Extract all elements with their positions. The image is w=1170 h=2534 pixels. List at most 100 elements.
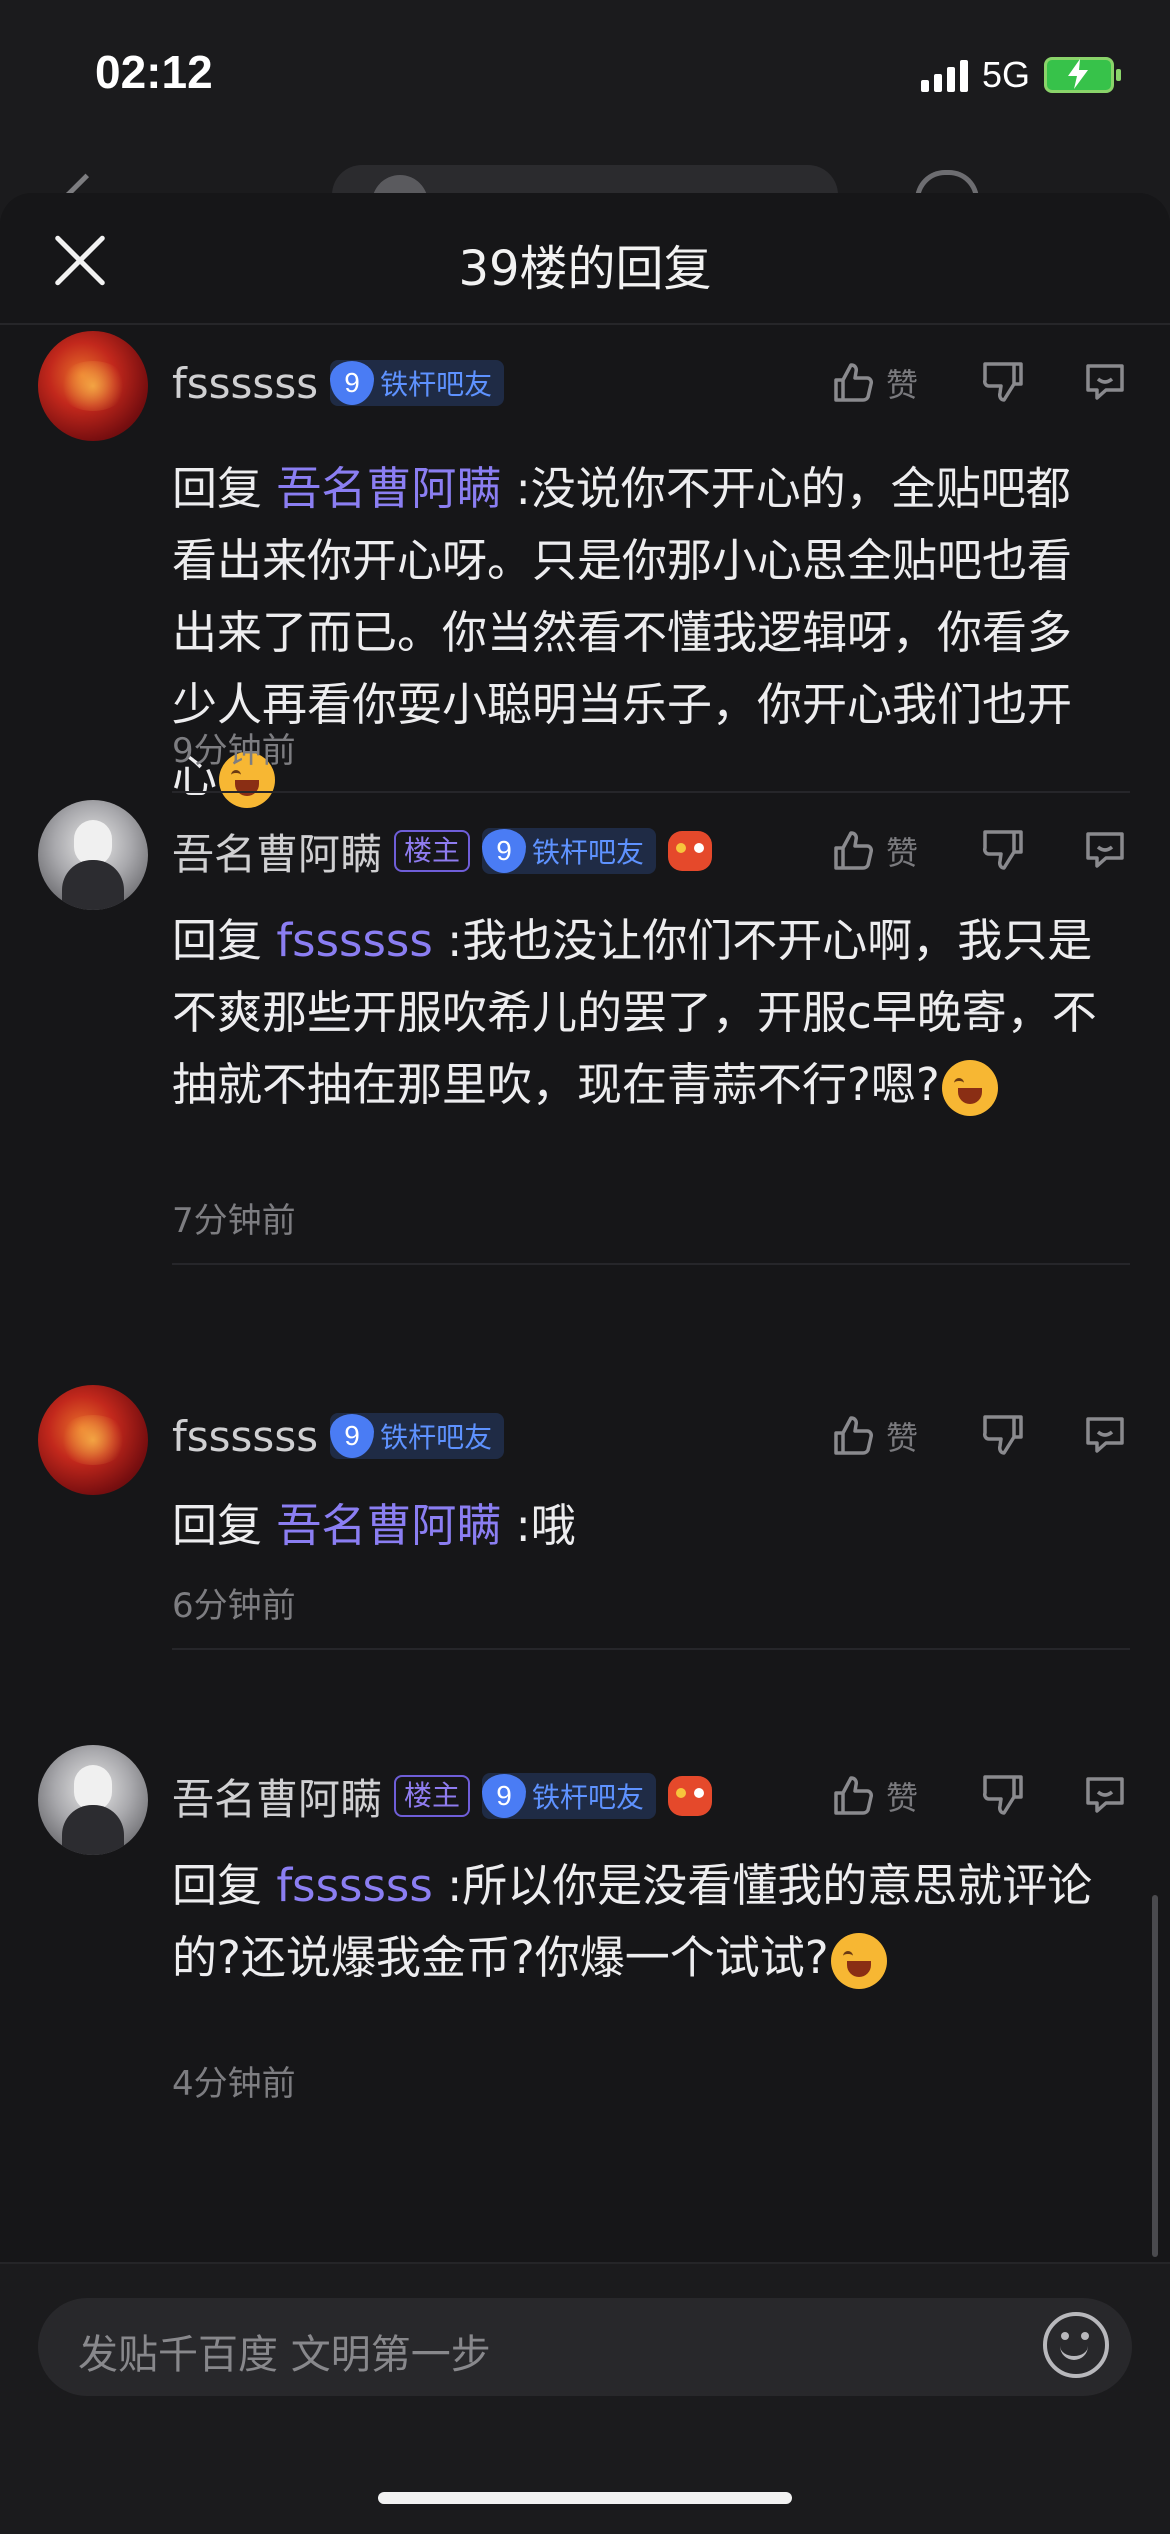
divider — [172, 1263, 1130, 1265]
reply-bubble-icon — [1086, 1417, 1124, 1453]
laughing-emoji-icon — [830, 1933, 887, 1989]
reply-button[interactable] — [1082, 1411, 1142, 1461]
network-type: 5G — [981, 54, 1030, 95]
thumbs-up-icon — [834, 1776, 873, 1815]
dislike-button[interactable] — [980, 1411, 1040, 1461]
comment-actions: 赞 — [830, 1406, 1142, 1466]
bottom-input-bar: 发贴千百度 文明第一步 — [0, 2262, 1170, 2534]
reply-bubble-icon — [1086, 1777, 1124, 1813]
level-label: 铁杆吧友 — [380, 368, 493, 401]
username[interactable]: fssssss — [172, 1412, 318, 1461]
shield-icon: 9 — [482, 1774, 527, 1818]
like-button[interactable]: 赞 — [830, 1773, 980, 1819]
reply-input[interactable]: 发贴千百度 文明第一步 — [38, 2298, 1132, 2396]
mention-link[interactable]: fssssss — [276, 1859, 433, 1912]
shield-icon: 9 — [482, 829, 527, 873]
level-label: 铁杆吧友 — [380, 1421, 493, 1454]
avatar[interactable] — [38, 1745, 148, 1855]
thumbs-up-icon — [834, 831, 873, 870]
like-button[interactable]: 赞 — [830, 828, 980, 874]
username[interactable]: fssssss — [172, 359, 318, 408]
comment-item: fssssss 9 铁杆吧友 赞 回复 吾名曹阿瞒 :哦 6分钟前 — [0, 1378, 1170, 1758]
reply-button[interactable] — [1082, 1771, 1142, 1821]
status-time: 02:12 — [95, 46, 213, 98]
comment-actions: 赞 — [830, 1766, 1142, 1826]
reply-prefix: 回复 — [172, 462, 277, 515]
thumbs-down-icon — [983, 1775, 1023, 1815]
comment-time: 4分钟前 — [172, 2064, 296, 2104]
mention-link[interactable]: 吾名曹阿瞒 — [276, 462, 501, 515]
comment-time: 6分钟前 — [172, 1586, 296, 1626]
input-placeholder: 发贴千百度 文明第一步 — [78, 2332, 491, 2378]
dislike-button[interactable] — [980, 358, 1040, 408]
comment-header: fssssss 9 铁杆吧友 — [172, 353, 505, 413]
username[interactable]: 吾名曹阿瞒 — [172, 821, 382, 882]
comment-actions: 赞 — [830, 821, 1142, 881]
reply-bubble-icon — [1086, 832, 1124, 868]
emoji-icon[interactable] — [1043, 2312, 1109, 2378]
avatar[interactable] — [38, 331, 148, 441]
like-button[interactable]: 赞 — [830, 360, 980, 406]
level-badge: 9 铁杆吧友 — [482, 828, 657, 874]
dislike-button[interactable] — [980, 826, 1040, 876]
comment-time: 9分钟前 — [172, 731, 296, 771]
comment-header: 吾名曹阿瞒 楼主 9 铁杆吧友 — [172, 821, 713, 882]
comment-item: 吾名曹阿瞒 楼主 9 铁杆吧友 赞 — [0, 1738, 1170, 2258]
level-badge: 9 铁杆吧友 — [330, 1413, 505, 1459]
reply-button[interactable] — [1082, 358, 1142, 408]
comment-body: 回复 吾名曹阿瞒 :没说你不开心的，全贴吧都看出来你开心呀。只是你那小心思全贴吧… — [172, 453, 1112, 813]
reply-prefix: 回复 — [172, 1859, 277, 1912]
signal-icon — [920, 58, 968, 92]
comment-item: fssssss 9 铁杆吧友 赞 回复 吾名曹阿瞒 :没说你不开心的，全贴吧都看… — [0, 323, 1170, 808]
thumbs-down-icon — [983, 1415, 1023, 1455]
reply-sheet: 39楼的回复 fssssss 9 铁杆吧友 赞 回复 吾名曹阿瞒:没说你不开心… — [0, 193, 1170, 2532]
thumbs-up-icon — [834, 363, 873, 402]
comment-body: 回复 fssssss :我也没让你们不开心啊，我只是不爽那些开服吹希儿的罢了，开… — [172, 905, 1112, 1121]
comment-item: 吾名曹阿瞒 楼主 9 铁杆吧友 赞 — [0, 793, 1170, 1393]
reply-list[interactable]: fssssss 9 铁杆吧友 赞 回复 吾名曹阿瞒 :没说你不开心的，全贴吧都看… — [0, 323, 1170, 2353]
reply-bubble-icon — [1086, 364, 1124, 400]
comment-header: 吾名曹阿瞒 楼主 9 铁杆吧友 — [172, 1766, 713, 1827]
reply-prefix: 回复 — [172, 1499, 277, 1552]
status-bar: 02:12 5G — [0, 0, 1170, 150]
thumbs-up-icon — [834, 1416, 873, 1455]
mention-link[interactable]: 吾名曹阿瞒 — [276, 1499, 501, 1552]
game-controller-icon — [668, 831, 713, 871]
game-controller-icon — [668, 1776, 713, 1816]
comment-header: fssssss 9 铁杆吧友 — [172, 1406, 505, 1466]
avatar[interactable] — [38, 1385, 148, 1495]
owner-badge: 楼主 — [394, 1775, 471, 1817]
comment-actions: 赞 — [830, 353, 1142, 413]
comment-time: 7分钟前 — [172, 1201, 296, 1241]
avatar[interactable] — [38, 800, 148, 910]
thumbs-down-icon — [983, 830, 1023, 870]
mention-link[interactable]: fssssss — [276, 914, 433, 967]
comment-text: :哦 — [501, 1499, 576, 1552]
comment-body: 回复 吾名曹阿瞒 :哦 — [172, 1490, 1112, 1562]
divider — [172, 1648, 1130, 1650]
thumbs-down-icon — [983, 362, 1023, 402]
username[interactable]: 吾名曹阿瞒 — [172, 1766, 382, 1827]
scrollbar[interactable] — [1152, 1895, 1158, 2257]
level-label: 铁杆吧友 — [532, 836, 645, 869]
home-indicator[interactable] — [378, 2492, 792, 2504]
sheet-header: 39楼的回复 — [0, 193, 1170, 325]
comment-body: 回复 fssssss :所以你是没看懂我的意思就评论的?还说爆我金币?你爆一个试… — [172, 1850, 1112, 1994]
status-indicators: 5G — [920, 52, 1121, 98]
owner-badge: 楼主 — [394, 830, 471, 872]
shield-icon: 9 — [330, 361, 375, 405]
reply-button[interactable] — [1082, 826, 1142, 876]
shield-icon: 9 — [330, 1414, 375, 1458]
level-label: 铁杆吧友 — [532, 1781, 645, 1814]
laughing-emoji-icon — [941, 1060, 998, 1116]
like-button[interactable]: 赞 — [830, 1413, 980, 1459]
battery-icon — [1044, 57, 1121, 93]
like-label: 赞 — [886, 1419, 919, 1457]
like-label: 赞 — [886, 834, 919, 872]
sheet-title: 39楼的回复 — [458, 241, 712, 297]
dislike-button[interactable] — [980, 1771, 1040, 1821]
like-label: 赞 — [886, 1779, 919, 1817]
reply-prefix: 回复 — [172, 914, 277, 967]
level-badge: 9 铁杆吧友 — [330, 360, 505, 406]
like-label: 赞 — [886, 366, 919, 404]
